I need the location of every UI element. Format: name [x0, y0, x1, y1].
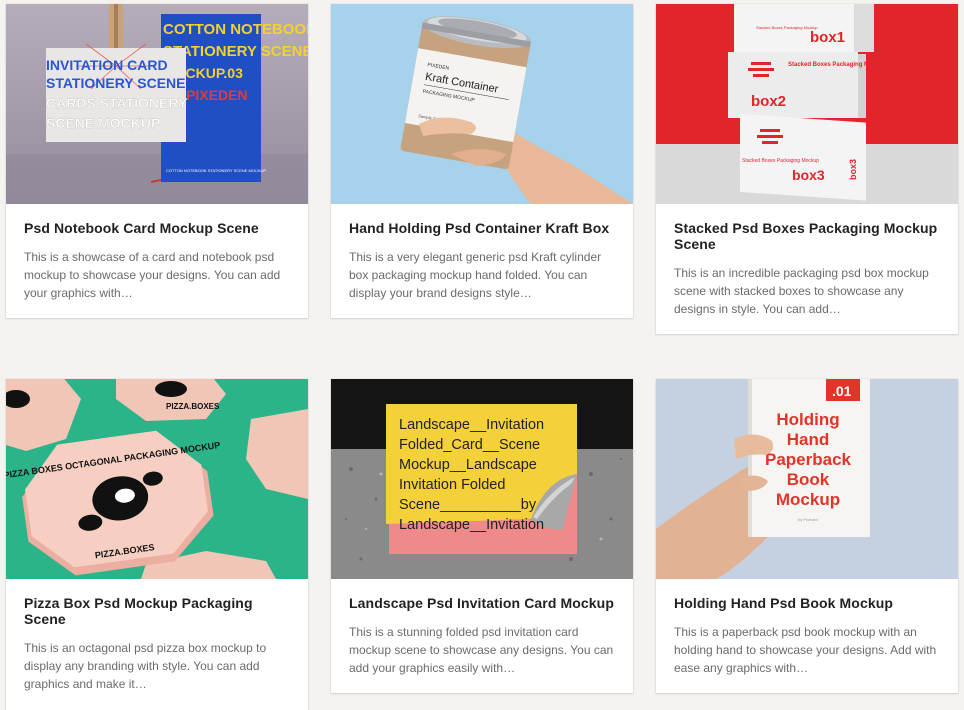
post-title[interactable]: Landscape Psd Invitation Card Mockup [349, 595, 615, 611]
post-excerpt: This is an incredible packaging psd box … [674, 266, 929, 316]
card-text: SCENE MOCKUP [46, 115, 160, 131]
card-text: Mockup__Landscape [399, 457, 537, 473]
card-text: INVITATION CARD [46, 57, 168, 73]
card-text: Folded_Card__Scene [399, 437, 540, 453]
card-text: Landscape__Invitation [399, 517, 544, 533]
book-subtext: COTTON NOTEBOOK STATIONERY SCENE MOCKUP [166, 168, 266, 173]
post-title[interactable]: Holding Hand Psd Book Mockup [674, 595, 940, 611]
box-label: box3 [792, 167, 825, 183]
card-text: Scene__________by [399, 497, 537, 513]
book-subtext: by Pixeden [798, 517, 818, 522]
box-label: box1 [810, 29, 845, 46]
post-thumbnail[interactable]: box1 Stacked Boxes Packaging Mockup box2… [656, 4, 958, 204]
post-card[interactable]: COTTON NOTEBOOK STATIONERY SCENE MOCKUP.… [6, 4, 308, 318]
card-text: Invitation Folded [399, 477, 505, 493]
post-card[interactable]: Landscape__Invitation Folded_Card__Scene… [331, 379, 633, 693]
post-thumbnail[interactable]: PIZZA BOXES OCTAGONAL PACKAGING MOCKUP P… [6, 379, 308, 579]
post-thumbnail[interactable]: .01 Holding Hand Paperback Book Mockup b… [656, 379, 958, 579]
post-excerpt: This is a very elegant generic psd Kraft… [349, 250, 602, 300]
book-text: Holding [776, 410, 839, 429]
box-subtext: Stacked Boxes Packaging Mockup [788, 62, 887, 68]
post-title[interactable]: Pizza Box Psd Mockup Packaging Scene [24, 595, 290, 627]
card-text: Landscape__Invitation [399, 417, 544, 433]
post-thumbnail[interactable]: PIXEDEN Kraft Container PACKAGING MOCKUP… [331, 4, 633, 204]
post-thumbnail[interactable]: COTTON NOTEBOOK STATIONERY SCENE MOCKUP.… [6, 4, 308, 204]
post-excerpt: This is a showcase of a card and noteboo… [24, 250, 281, 300]
book-text: Mockup [776, 490, 840, 509]
book-text: COTTON NOTEBOOK [163, 21, 308, 38]
box-text: PIZZA.BOXES [166, 402, 220, 411]
book-text: Book [787, 470, 830, 489]
box-subtext: Stacked Boxes Packaging Mockup [756, 25, 818, 30]
post-excerpt: This is an octagonal psd pizza box mocku… [24, 641, 267, 691]
post-card[interactable]: .01 Holding Hand Paperback Book Mockup b… [656, 379, 958, 693]
card-text: STATIONERY SCENE [46, 75, 186, 91]
card-text: CARDS STATIONERY [46, 95, 188, 111]
post-thumbnail[interactable]: Landscape__Invitation Folded_Card__Scene… [331, 379, 633, 579]
post-card[interactable]: PIXEDEN Kraft Container PACKAGING MOCKUP… [331, 4, 633, 318]
box-label: box3 [848, 159, 858, 180]
book-text: Paperback [765, 450, 852, 469]
post-excerpt: This is a paperback psd book mockup with… [674, 625, 937, 675]
book-text: Hand [787, 430, 830, 449]
post-title[interactable]: Stacked Psd Boxes Packaging Mockup Scene [674, 220, 940, 252]
post-card[interactable]: box1 Stacked Boxes Packaging Mockup box2… [656, 4, 958, 334]
box-subtext: Stacked Boxes Packaging Mockup [742, 158, 819, 164]
post-title[interactable]: Psd Notebook Card Mockup Scene [24, 220, 290, 236]
box-label: box2 [751, 93, 786, 110]
post-title[interactable]: Hand Holding Psd Container Kraft Box [349, 220, 615, 236]
book-badge: .01 [832, 383, 852, 399]
post-card[interactable]: PIZZA BOXES OCTAGONAL PACKAGING MOCKUP P… [6, 379, 308, 710]
post-excerpt: This is a stunning folded psd invitation… [349, 625, 614, 675]
